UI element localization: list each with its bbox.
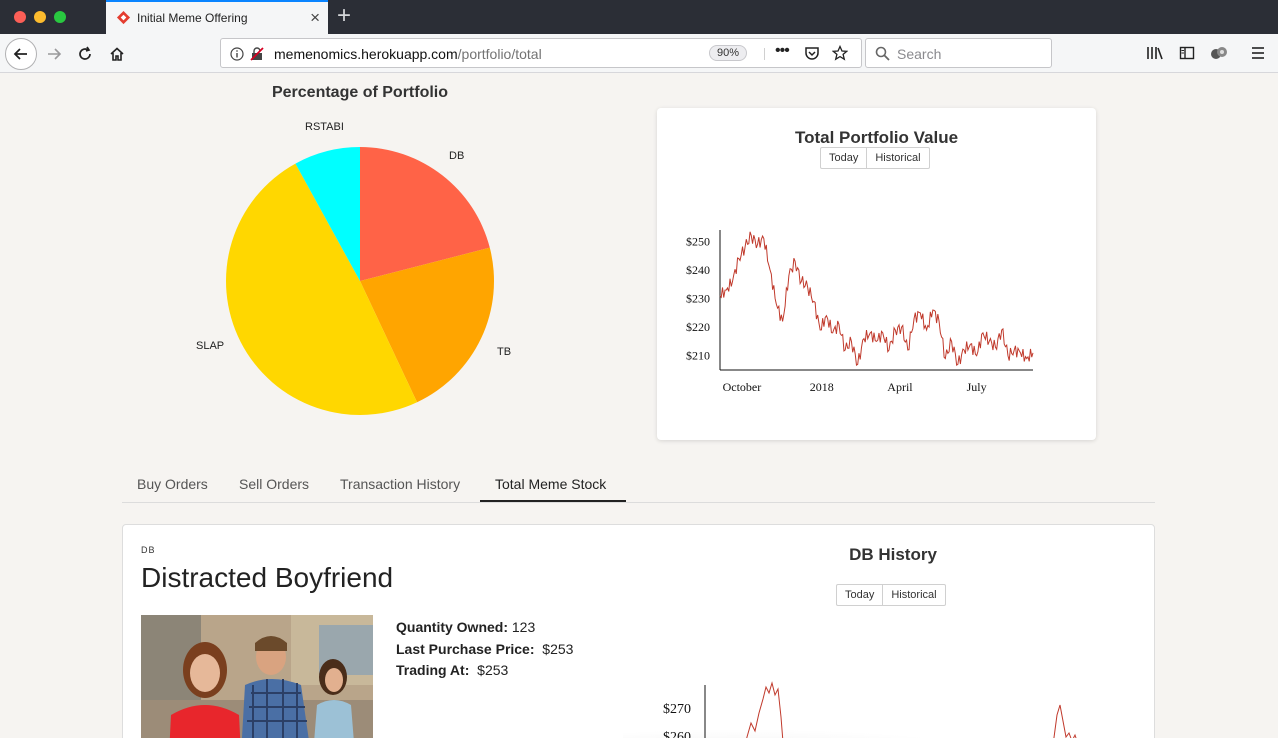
- portfolio-tabs: Buy Orders Sell Orders Transaction Histo…: [122, 464, 1155, 503]
- portfolio-range-toggle: Today Historical: [820, 147, 930, 169]
- x-tick-label-july: July: [967, 380, 987, 394]
- site-info-icon[interactable]: [230, 47, 244, 61]
- x-tick-label-april: April: [887, 380, 913, 394]
- x-tick-label-october: October: [723, 380, 762, 394]
- browser-tab-strip: Initial Meme Offering × +: [0, 0, 1278, 34]
- quantity-label: Quantity Owned:: [396, 619, 508, 635]
- urlbar-divider: [764, 48, 765, 60]
- zoom-window-button[interactable]: [54, 11, 66, 23]
- last-price-label: Last Purchase Price:: [396, 640, 535, 657]
- new-tab-button[interactable]: +: [337, 2, 351, 30]
- page-actions-icon[interactable]: •••: [775, 42, 790, 60]
- extension-icon[interactable]: [1210, 45, 1228, 61]
- stock-stats: Quantity Owned: 123 Last Purchase Price:…: [396, 617, 573, 682]
- pie-label-db: DB: [449, 150, 465, 162]
- y-tick-label-210: $210: [686, 349, 710, 363]
- search-input[interactable]: Search: [897, 46, 941, 62]
- tab-title: Initial Meme Offering: [137, 11, 248, 25]
- meme-stock-card: DB Distracted Boyfriend Quantity Owned: …: [122, 524, 1155, 738]
- close-tab-icon[interactable]: ×: [310, 8, 320, 28]
- pie-label-tb: TB: [497, 346, 512, 358]
- address-bar[interactable]: memenomics.herokuapp.com/portfolio/total…: [220, 38, 862, 68]
- url-path: /portfolio/total: [457, 46, 542, 62]
- portfolio-pie-chart: [226, 147, 494, 415]
- stock-range-toggle: Today Historical: [836, 584, 946, 606]
- insecure-connection-icon[interactable]: [250, 47, 264, 61]
- home-icon: [110, 47, 124, 61]
- sidebar-icon[interactable]: [1179, 45, 1195, 61]
- today-button[interactable]: Today: [821, 148, 866, 168]
- portfolio-value-line-chart: $210 $220 $230 $240 $250 October 2018 April July: [686, 230, 1034, 394]
- browser-tab[interactable]: Initial Meme Offering ×: [106, 0, 328, 34]
- close-window-button[interactable]: [14, 11, 26, 23]
- search-icon: [875, 46, 890, 61]
- y-tick-label-220: $220: [686, 320, 710, 334]
- search-bar[interactable]: Search: [865, 38, 1052, 68]
- historical-button[interactable]: Historical: [866, 148, 928, 168]
- meme-name: Distracted Boyfriend: [141, 562, 394, 593]
- reload-icon: [79, 46, 91, 60]
- pie-label-rstabi: RSTABI: [305, 121, 344, 133]
- y-tick-label-230: $230: [686, 292, 710, 306]
- url-text[interactable]: memenomics.herokuapp.com/portfolio/total: [274, 46, 542, 62]
- library-icon[interactable]: [1146, 45, 1164, 61]
- meme-image: [141, 615, 373, 738]
- site-favicon-icon: [116, 10, 131, 25]
- hamburger-menu-icon[interactable]: [1251, 46, 1265, 60]
- x-tick-label-2018: 2018: [810, 380, 834, 394]
- url-domain: memenomics.herokuapp.com: [274, 46, 458, 62]
- stock-history-chart: $270 $260: [623, 681, 1077, 738]
- pie-chart-title: Percentage of Portfolio: [271, 84, 449, 101]
- quantity-row: Quantity Owned: 123: [396, 617, 573, 639]
- quantity-value: 123: [511, 619, 536, 635]
- stock-ticker: DB: [141, 545, 156, 555]
- active-tab-indicator: [480, 500, 626, 502]
- stock-history-title: DB History: [849, 545, 937, 564]
- forward-arrow-icon: [48, 48, 62, 60]
- y-tick-label-240: $240: [686, 263, 710, 277]
- back-button[interactable]: [5, 38, 37, 70]
- tab-transaction-history[interactable]: Transaction History: [340, 476, 460, 492]
- history-line-segment-b: [1048, 704, 1077, 738]
- pocket-icon[interactable]: [804, 45, 820, 61]
- portfolio-value-line: [719, 231, 1034, 366]
- tab-total-meme-stock[interactable]: Total Meme Stock: [495, 476, 606, 492]
- trading-row: Trading At: $253: [396, 660, 573, 682]
- reload-button[interactable]: [70, 39, 100, 69]
- zoom-level-badge[interactable]: 90%: [709, 45, 748, 61]
- trading-value: $253: [477, 662, 509, 678]
- forward-button[interactable]: [39, 39, 69, 69]
- tab-sell-orders[interactable]: Sell Orders: [239, 476, 309, 492]
- bookmark-star-icon[interactable]: [832, 45, 848, 61]
- stock-today-button[interactable]: Today: [837, 585, 882, 605]
- y-tick-label-250: $250: [686, 234, 710, 248]
- history-ytick-270: $270: [663, 702, 691, 717]
- last-price-row: Last Purchase Price: $253: [396, 639, 573, 661]
- tab-buy-orders[interactable]: Buy Orders: [137, 476, 208, 492]
- stock-historical-button[interactable]: Historical: [882, 585, 944, 605]
- pie-label-slap: SLAP: [196, 340, 225, 352]
- last-price-value: $253: [542, 640, 574, 657]
- minimize-window-button[interactable]: [34, 11, 46, 23]
- back-arrow-icon: [13, 48, 27, 60]
- trading-label: Trading At:: [396, 662, 470, 678]
- home-button[interactable]: [102, 39, 132, 69]
- history-ytick-260: $260: [663, 730, 691, 738]
- portfolio-value-title: Total Portfolio Value: [794, 128, 959, 147]
- portfolio-value-card: Total Portfolio Value Today Historical $…: [657, 108, 1096, 440]
- browser-navigation-bar: memenomics.herokuapp.com/portfolio/total…: [0, 34, 1278, 73]
